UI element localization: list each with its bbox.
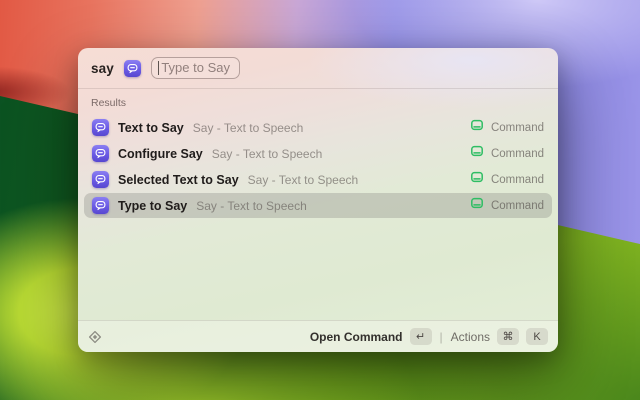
result-type-label: Command [491, 174, 544, 186]
return-keycap: ↵ [410, 328, 432, 345]
command-type-icon [470, 196, 484, 215]
result-title: Text to Say [118, 121, 184, 135]
result-type-label: Command [491, 122, 544, 134]
result-type-label: Command [491, 148, 544, 160]
result-row-text-to-say[interactable]: Text to Say Say - Text to Speech Command [84, 115, 552, 140]
command-type-icon [470, 118, 484, 137]
result-subtitle: Say - Text to Speech [193, 121, 304, 135]
say-speech-bubble-icon [92, 145, 109, 162]
argument-placeholder: Type to Say [161, 60, 230, 75]
launcher-window: say Type to Say Results Text to Say Say … [78, 48, 558, 352]
argument-input[interactable]: Type to Say [151, 57, 240, 79]
k-keycap: K [526, 328, 548, 345]
cmd-keycap: ⌘ [497, 328, 519, 345]
search-query[interactable]: say [91, 61, 114, 76]
command-type-icon [470, 170, 484, 189]
footer-bar: Open Command ↵ | Actions ⌘ K [78, 320, 558, 352]
result-title: Configure Say [118, 147, 203, 161]
results-section-label: Results [84, 94, 552, 115]
result-row-configure-say[interactable]: Configure Say Say - Text to Speech Comma… [84, 141, 552, 166]
result-type-label: Command [491, 200, 544, 212]
search-bar[interactable]: say Type to Say [78, 48, 558, 89]
result-title: Type to Say [118, 199, 187, 213]
say-speech-bubble-icon [124, 60, 141, 77]
command-type-icon [470, 144, 484, 163]
say-speech-bubble-icon [92, 119, 109, 136]
text-caret [158, 61, 160, 75]
results-list: Results Text to Say Say - Text to Speech… [78, 89, 558, 320]
result-subtitle: Say - Text to Speech [212, 147, 323, 161]
raycast-logo-icon [88, 330, 102, 344]
say-speech-bubble-icon [92, 171, 109, 188]
actions-button[interactable]: Actions [451, 330, 490, 344]
desktop: say Type to Say Results Text to Say Say … [0, 0, 640, 400]
open-command-button[interactable]: Open Command [310, 330, 403, 344]
result-subtitle: Say - Text to Speech [196, 199, 307, 213]
result-row-selected-text-to-say[interactable]: Selected Text to Say Say - Text to Speec… [84, 167, 552, 192]
say-speech-bubble-icon [92, 197, 109, 214]
result-row-type-to-say[interactable]: Type to Say Say - Text to Speech Command [84, 193, 552, 218]
footer-divider: | [439, 330, 444, 344]
result-subtitle: Say - Text to Speech [248, 173, 359, 187]
result-title: Selected Text to Say [118, 173, 239, 187]
